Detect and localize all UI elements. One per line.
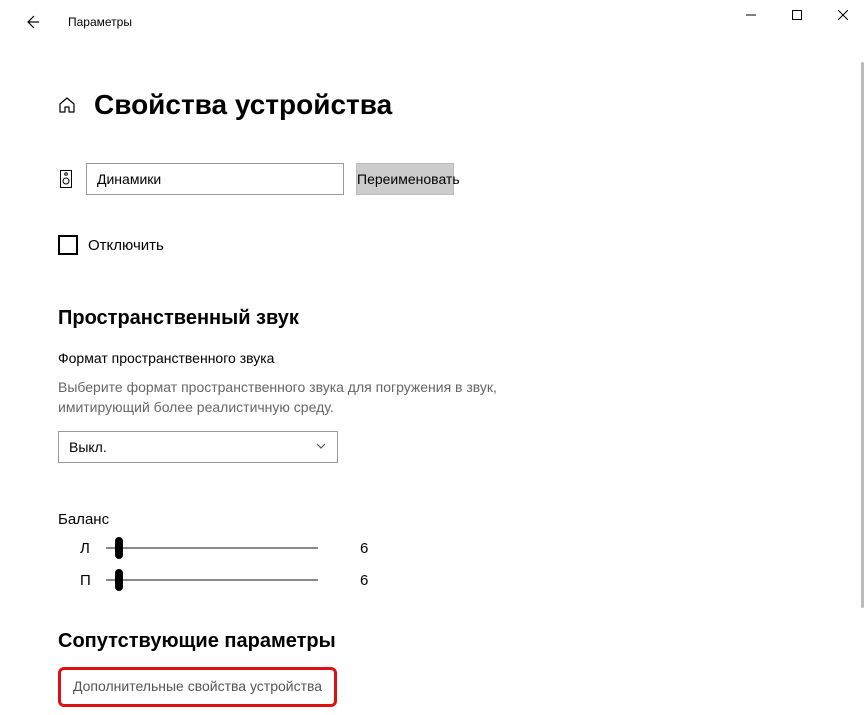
slider-track bbox=[106, 547, 318, 549]
chevron-down-icon bbox=[315, 439, 327, 455]
page-title: Свойства устройства bbox=[94, 89, 392, 121]
spatial-sound-heading: Пространственный звук bbox=[58, 307, 808, 330]
related-settings-heading: Сопутствующие параметры bbox=[58, 630, 808, 653]
window-title: Параметры bbox=[68, 15, 132, 29]
disable-label: Отключить bbox=[88, 237, 164, 254]
checkbox-box bbox=[58, 235, 78, 255]
slider-thumb bbox=[115, 537, 123, 559]
slider-thumb bbox=[115, 569, 123, 591]
balance-right-value: 6 bbox=[360, 572, 368, 589]
spatial-format-description: Выберите формат пространственного звука … bbox=[58, 378, 558, 417]
balance-heading: Баланс bbox=[58, 511, 808, 528]
device-name-input[interactable] bbox=[86, 163, 344, 195]
slider-track bbox=[106, 579, 318, 581]
balance-right-label: П bbox=[80, 572, 106, 589]
balance-left-value: 6 bbox=[360, 540, 368, 557]
maximize-button[interactable] bbox=[774, 0, 820, 30]
speaker-icon bbox=[58, 170, 74, 188]
additional-properties-link[interactable]: Дополнительные свойства устройства bbox=[73, 678, 322, 694]
dropdown-selected-value: Выкл. bbox=[69, 439, 107, 455]
spatial-format-label: Формат пространственного звука bbox=[58, 350, 808, 366]
balance-right-slider[interactable] bbox=[106, 570, 318, 590]
balance-left-label: Л bbox=[80, 540, 106, 557]
scrollbar[interactable] bbox=[861, 62, 864, 608]
disable-checkbox[interactable]: Отключить bbox=[58, 235, 808, 255]
spatial-format-dropdown[interactable]: Выкл. bbox=[58, 431, 338, 463]
highlighted-link-box: Дополнительные свойства устройства bbox=[58, 667, 337, 707]
back-button[interactable] bbox=[18, 8, 46, 36]
home-button[interactable] bbox=[58, 96, 76, 114]
close-button[interactable] bbox=[820, 0, 866, 30]
balance-left-slider[interactable] bbox=[106, 538, 318, 558]
minimize-button[interactable] bbox=[728, 0, 774, 30]
rename-button[interactable]: Переименовать bbox=[356, 163, 454, 195]
